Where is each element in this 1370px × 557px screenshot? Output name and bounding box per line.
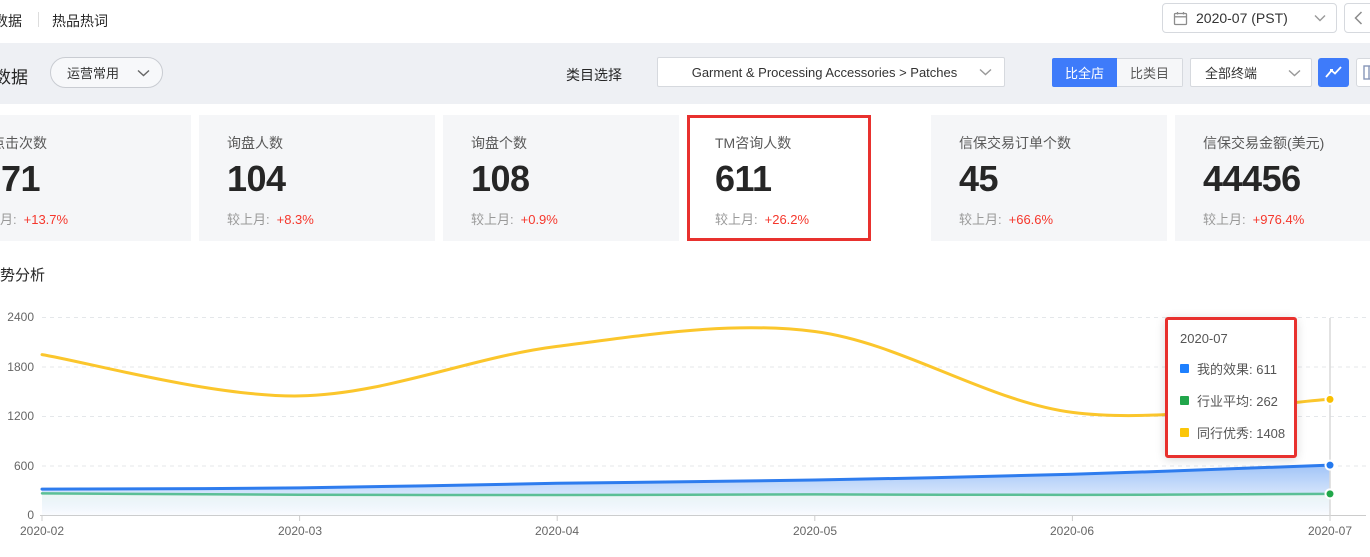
category-select-label: 类目选择 [566,65,622,85]
metric-delta: 较上月:+8.3% [227,209,435,228]
metric-label: 点击次数 [0,133,191,153]
metric-card-trade-assurance-amount[interactable]: 信保交易金额(美元) 44456 较上月:+976.4% [1175,115,1370,241]
chart-view-toggle-button[interactable] [1318,58,1349,87]
metric-label: 信保交易订单个数 [959,133,1167,153]
chevron-down-icon [1314,14,1326,22]
metric-card-trade-assurance-orders[interactable]: 信保交易订单个数 45 较上月:+66.6% [931,115,1167,241]
line-chart-icon [1324,64,1343,81]
metric-card-tm-consult-people[interactable]: TM咨询人数 611 较上月:+26.2% [687,115,923,241]
x-axis-label: 2020-07 [1298,524,1362,538]
metric-value: 104 [227,158,435,200]
table-icon [1363,65,1370,80]
calendar-icon [1173,11,1188,26]
tab-divider [38,12,39,27]
terminal-select[interactable]: 全部终端 [1190,58,1312,87]
metric-delta: 较上月:+66.6% [959,209,1167,228]
table-view-toggle-button[interactable] [1356,58,1370,87]
x-axis-label: 2020-04 [525,524,589,538]
date-range-value: 2020-07 (PST) [1196,10,1314,26]
chevron-down-icon [979,68,992,76]
series-marker-peer-excellent [1180,428,1189,437]
tab-hot-products-keywords[interactable]: 热品热词 [52,11,108,31]
top-bar: 数据 热品热词 2020-07 (PST) [0,0,1370,43]
chart-title: 趋势分析 [0,264,45,285]
section-heading: 数据 [0,63,28,88]
series-marker-industry-average [1180,396,1189,405]
tooltip-row: 行业平均: 262 [1180,391,1282,410]
analytics-dashboard: 数据 热品热词 2020-07 (PST) 数据 运营常用 类目选择 Garme… [0,0,1370,557]
x-axis-ticks [42,516,1330,522]
tooltip-row: 同行优秀: 1408 [1180,423,1282,442]
chart-tooltip: 2020-07 我的效果: 611 行业平均: 262 同行优秀: 1408 [1165,317,1297,458]
metric-value: 108 [471,158,679,200]
tooltip-date: 2020-07 [1180,331,1282,346]
metric-delta: 较上月:+0.9% [471,209,679,228]
metric-delta: 较上月:+976.4% [1203,209,1370,228]
date-range-select[interactable]: 2020-07 (PST) [1162,3,1337,33]
metric-label: TM咨询人数 [715,133,923,153]
compare-category-button[interactable]: 比类目 [1117,58,1183,87]
metric-value: 45 [959,158,1167,200]
chevron-down-icon [137,69,150,77]
metric-card-inquiry-people[interactable]: 询盘人数 104 较上月:+8.3% [199,115,435,241]
industry-average-endpoint [1326,489,1335,498]
category-value: Garment & Processing Accessories > Patch… [670,65,979,80]
metric-delta: 较上月:+26.2% [715,209,923,228]
terminal-value: 全部终端 [1205,63,1288,82]
metric-card-clicks[interactable]: 点击次数 71 较上月:+13.7% [0,115,191,241]
previous-period-button[interactable] [1344,3,1370,33]
series-marker-my-performance [1180,364,1189,373]
category-select[interactable]: Garment & Processing Accessories > Patch… [657,57,1005,87]
metric-label: 询盘个数 [471,133,679,153]
compare-whole-store-button[interactable]: 比全店 [1052,58,1117,87]
tooltip-row: 我的效果: 611 [1180,359,1282,378]
toolbar: 数据 运营常用 类目选择 Garment & Processing Access… [0,43,1370,104]
x-axis-label: 2020-06 [1040,524,1104,538]
metric-value: 611 [715,158,923,200]
chevron-left-icon [1354,11,1363,25]
metric-value: 44456 [1203,158,1370,200]
tab-data[interactable]: 数据 [0,11,22,31]
x-axis-label: 2020-03 [268,524,332,538]
my-performance-endpoint [1326,461,1335,470]
compare-toggle: 比全店 比类目 [1052,58,1183,87]
peer-excellent-endpoint [1326,395,1335,404]
industry-average-line [42,493,1330,495]
x-axis-label: 2020-05 [783,524,847,538]
x-axis-label: 2020-02 [10,524,74,538]
metric-card-inquiry-count[interactable]: 询盘个数 108 较上月:+0.9% [443,115,679,241]
chevron-down-icon [1288,69,1301,77]
preset-value: 运营常用 [67,63,137,82]
industry-average-area [42,493,1330,515]
metric-label: 询盘人数 [227,133,435,153]
preset-select[interactable]: 运营常用 [50,57,163,88]
metric-delta: 较上月:+13.7% [0,209,191,228]
metric-label: 信保交易金额(美元) [1203,133,1370,153]
metric-value: 71 [1,158,191,200]
peer-excellent-line [42,328,1330,416]
